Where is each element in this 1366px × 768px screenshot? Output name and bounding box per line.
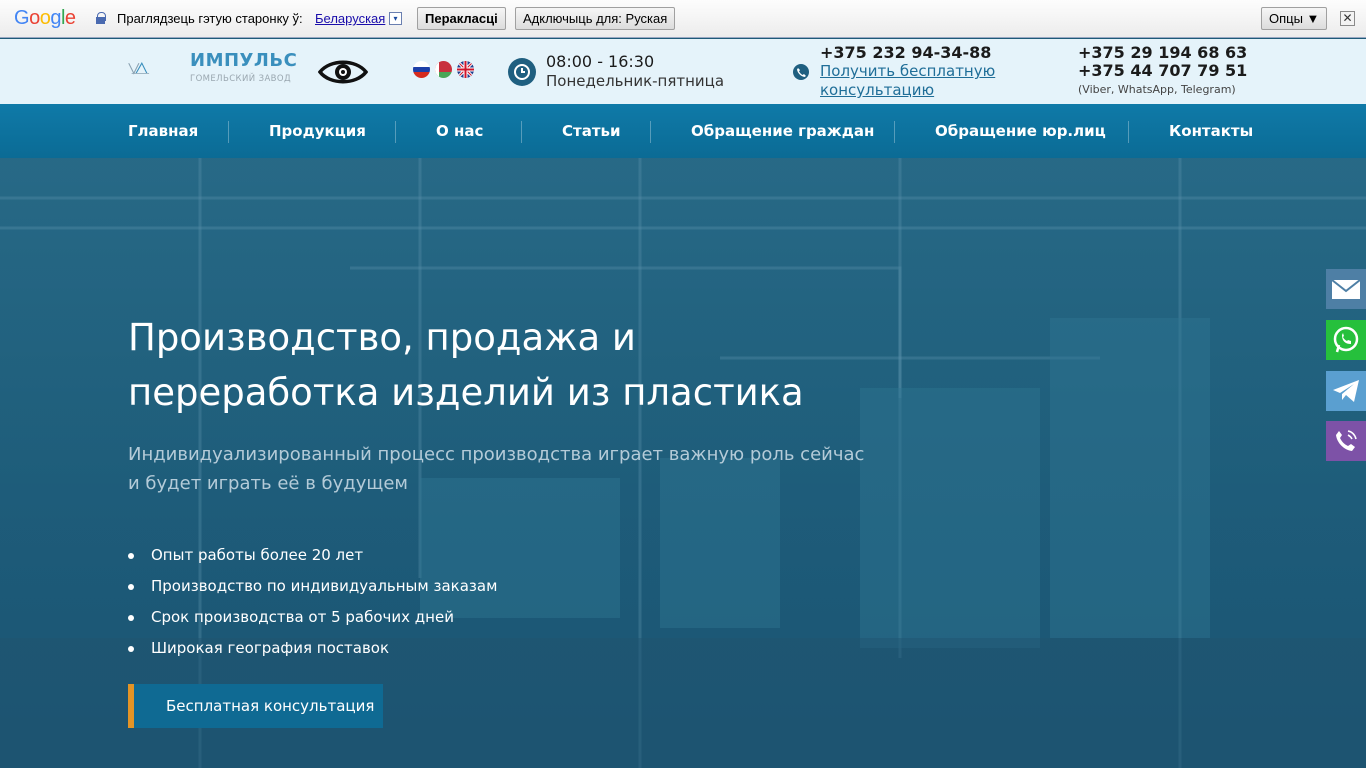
- main-nav: Главная Продукция О нас Статьи Обращение…: [0, 104, 1366, 158]
- lock-icon: [96, 12, 106, 24]
- phone-main[interactable]: +375 232 94-34-88: [820, 43, 991, 62]
- viber-icon: [1336, 430, 1357, 451]
- working-hours-time: 08:00 - 16:30: [546, 52, 655, 71]
- free-consultation-button[interactable]: Бесплатная консультация: [128, 684, 383, 728]
- logo-mark-icon: [128, 62, 150, 75]
- hero-title: Производство, продажа и переработка изде…: [128, 316, 804, 414]
- viber-button[interactable]: [1326, 421, 1366, 461]
- nav-divider: [894, 121, 895, 143]
- language-dropdown-arrow-icon[interactable]: ▾: [389, 12, 402, 25]
- telegram-button[interactable]: [1326, 371, 1366, 411]
- flag-by-icon[interactable]: [435, 61, 452, 78]
- nav-item-articles[interactable]: Статьи: [562, 122, 621, 140]
- hero-benefits-list: Опыт работы более 20 лет Производство по…: [128, 544, 497, 668]
- phone-icon: [793, 64, 809, 80]
- close-translate-bar-button[interactable]: ✕: [1340, 11, 1355, 26]
- nav-divider: [650, 121, 651, 143]
- translate-bar: Google Праглядзець гэтую старонку ў: Бел…: [0, 0, 1366, 38]
- nav-item-legal-entities-appeals[interactable]: Обращение юр.лиц: [935, 122, 1106, 140]
- clock-icon: [508, 58, 536, 86]
- nav-divider: [1128, 121, 1129, 143]
- hero-subtitle: Индивидуализированный процесс производст…: [128, 444, 865, 494]
- whatsapp-icon: [1333, 326, 1359, 353]
- site-header: ИМПУЛЬС Гомельский завод 08:00 - 16:30 П…: [0, 39, 1366, 104]
- nav-item-contacts[interactable]: Контакты: [1169, 122, 1253, 140]
- translate-prompt: Праглядзець гэтую старонку ў:: [117, 11, 303, 26]
- nav-divider: [521, 121, 522, 143]
- options-button[interactable]: Опцы ▼: [1261, 7, 1328, 30]
- translate-button[interactable]: Перакласці: [417, 7, 506, 30]
- nav-item-citizens-appeals[interactable]: Обращение граждан: [691, 122, 874, 140]
- mail-button[interactable]: [1326, 269, 1366, 309]
- google-logo: Google: [14, 7, 76, 29]
- list-item: Широкая география поставок: [128, 637, 497, 668]
- whatsapp-button[interactable]: [1326, 320, 1366, 360]
- phone-mobile-1[interactable]: +375 29 194 68 63: [1078, 43, 1247, 62]
- mail-icon: [1331, 279, 1361, 299]
- turn-off-translate-button[interactable]: Адключыць для: Руская: [515, 7, 676, 30]
- nav-divider: [395, 121, 396, 143]
- list-item: Срок производства от 5 рабочих дней: [128, 606, 497, 637]
- telegram-icon: [1333, 380, 1359, 402]
- eye-icon[interactable]: [318, 57, 368, 87]
- working-days: Понедельник-пятница: [546, 72, 725, 90]
- nav-divider: [228, 121, 229, 143]
- nav-item-about[interactable]: О нас: [436, 122, 483, 140]
- logo-name: ИМПУЛЬС: [190, 50, 298, 71]
- nav-item-home[interactable]: Главная: [128, 122, 198, 140]
- messengers-note: (Viber, WhatsApp, Telegram): [1078, 83, 1236, 96]
- list-item: Производство по индивидуальным заказам: [128, 575, 497, 606]
- list-item: Опыт работы более 20 лет: [128, 544, 497, 575]
- phone-mobile-2[interactable]: +375 44 707 79 51: [1078, 61, 1247, 80]
- target-language-link[interactable]: Беларуская: [315, 11, 385, 26]
- nav-item-products[interactable]: Продукция: [269, 122, 366, 140]
- logo-subtitle: Гомельский завод: [190, 74, 292, 84]
- flag-uk-icon[interactable]: [457, 61, 474, 78]
- free-consultation-link[interactable]: Получить бесплатную консультацию: [820, 62, 1010, 100]
- hero-section: Производство, продажа и переработка изде…: [0, 158, 1366, 768]
- flag-ru-icon[interactable]: [413, 61, 430, 78]
